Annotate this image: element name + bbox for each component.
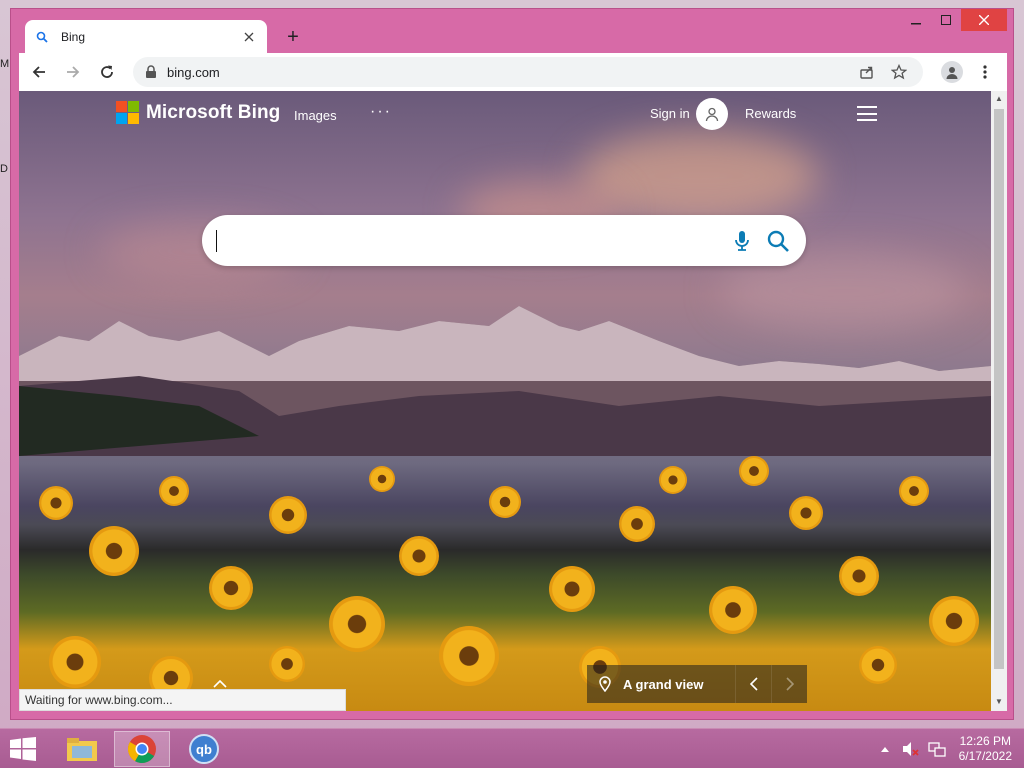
search-input[interactable] xyxy=(223,231,720,250)
flower-decoration xyxy=(899,476,929,506)
flower-decoration xyxy=(269,496,307,534)
qbittorrent-taskbar-button[interactable]: qb xyxy=(176,731,232,767)
nav-more-icon[interactable]: ··· xyxy=(370,103,392,121)
volume-muted-icon[interactable] xyxy=(901,739,921,759)
network-icon[interactable] xyxy=(927,739,947,759)
sign-in-link[interactable]: Sign in xyxy=(650,106,690,121)
nav-images-link[interactable]: Images xyxy=(294,108,337,123)
browser-menu-icon[interactable] xyxy=(975,60,995,84)
flower-decoration xyxy=(489,486,521,518)
hamburger-menu-icon[interactable] xyxy=(857,106,877,121)
flower-decoration xyxy=(739,456,769,486)
flower-decoration xyxy=(929,596,979,646)
back-button[interactable] xyxy=(25,58,53,86)
microphone-icon[interactable] xyxy=(728,227,756,255)
flower-decoration xyxy=(709,586,757,634)
search-box[interactable] xyxy=(202,215,806,266)
wildflower-field xyxy=(19,446,991,711)
flower-decoration xyxy=(439,626,499,686)
brand-name: Microsoft Bing xyxy=(146,101,281,123)
share-icon[interactable] xyxy=(855,60,879,84)
previous-image-icon[interactable] xyxy=(735,665,771,703)
reload-button[interactable] xyxy=(93,58,121,86)
microsoft-logo-icon xyxy=(116,101,139,124)
clock-time: 12:26 PM xyxy=(959,734,1011,748)
location-pin-icon xyxy=(587,665,623,703)
flower-decoration xyxy=(619,506,655,542)
next-image-icon[interactable] xyxy=(771,665,807,703)
text-caret xyxy=(216,229,217,252)
start-button[interactable] xyxy=(8,735,38,763)
search-icon[interactable] xyxy=(764,227,792,255)
scrollbar-thumb[interactable] xyxy=(994,109,1004,669)
chrome-taskbar-button[interactable] xyxy=(114,731,170,767)
rewards-link[interactable]: Rewards xyxy=(745,106,796,121)
flower-decoration xyxy=(659,466,687,494)
new-tab-button[interactable]: + xyxy=(281,26,305,48)
address-bar[interactable]: bing.com xyxy=(133,57,923,87)
forward-arrow-icon xyxy=(67,66,80,78)
image-caption-bar: A grand view xyxy=(587,665,807,703)
reload-icon xyxy=(101,65,113,78)
flower-decoration xyxy=(269,646,305,682)
flower-decoration xyxy=(159,476,189,506)
profile-avatar-icon[interactable] xyxy=(941,61,963,83)
taskbar: qb 12:26 PM 6/17/2022 xyxy=(0,728,1024,768)
bing-logo[interactable]: Microsoft Bing xyxy=(116,101,280,124)
show-hidden-icons-icon[interactable] xyxy=(875,739,895,759)
scroll-up-arrow-icon[interactable]: ▲ xyxy=(994,94,1004,104)
scroll-down-arrow-icon[interactable]: ▼ xyxy=(994,697,1004,707)
flower-decoration xyxy=(209,566,253,610)
windows-logo-icon xyxy=(10,737,36,761)
mountain-range xyxy=(19,306,991,456)
folder-icon xyxy=(67,738,97,761)
flower-decoration xyxy=(839,556,879,596)
back-arrow-icon xyxy=(32,66,45,78)
flower-decoration xyxy=(369,466,395,492)
qbittorrent-label: qb xyxy=(196,741,212,757)
status-bar: Waiting for www.bing.com... xyxy=(19,689,346,711)
search-favicon-icon xyxy=(35,30,49,44)
vertical-scrollbar[interactable]: ▲ ▼ xyxy=(991,91,1007,711)
tab-strip: Bing + xyxy=(19,20,1013,53)
tab-title: Bing xyxy=(61,29,86,44)
flower-decoration xyxy=(329,596,385,652)
user-avatar-icon[interactable] xyxy=(696,98,728,130)
tab-bing[interactable]: Bing xyxy=(25,20,267,53)
qbittorrent-icon: qb xyxy=(189,734,219,764)
image-caption-text[interactable]: A grand view xyxy=(623,677,735,692)
flower-decoration xyxy=(49,636,101,688)
browser-toolbar: bing.com xyxy=(19,53,1007,91)
flower-decoration xyxy=(399,536,439,576)
flower-decoration xyxy=(39,486,73,520)
bing-header: Microsoft Bing Images ··· Sign in Reward… xyxy=(19,91,991,136)
forward-button[interactable] xyxy=(59,58,87,86)
address-url[interactable]: bing.com xyxy=(167,65,847,80)
close-tab-icon[interactable] xyxy=(241,29,257,45)
lock-icon xyxy=(146,65,156,78)
system-clock[interactable]: 12:26 PM 6/17/2022 xyxy=(959,734,1012,764)
bookmark-star-icon[interactable] xyxy=(887,60,911,84)
system-tray: 12:26 PM 6/17/2022 xyxy=(869,733,1012,765)
chrome-icon xyxy=(128,735,156,763)
flower-decoration xyxy=(789,496,823,530)
flower-decoration xyxy=(89,526,139,576)
file-explorer-taskbar-button[interactable] xyxy=(54,731,110,767)
browser-window: Bing + bing.com Microsoft Bing Images ··… xyxy=(10,8,1014,720)
clock-date: 6/17/2022 xyxy=(958,749,1012,763)
flower-decoration xyxy=(549,566,595,612)
page-viewport: Microsoft Bing Images ··· Sign in Reward… xyxy=(19,91,991,711)
flower-decoration xyxy=(859,646,897,684)
